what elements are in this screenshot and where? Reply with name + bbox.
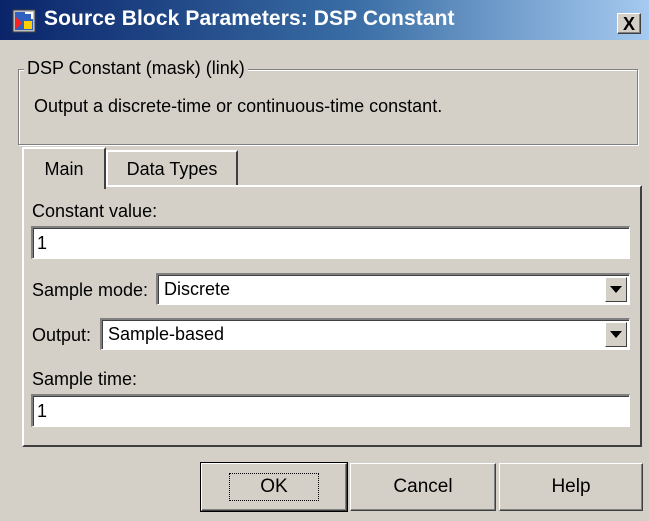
simulink-block-icon (12, 9, 36, 33)
sample-time-label: Sample time: (32, 369, 138, 389)
sample-time-input[interactable]: 1 (31, 394, 630, 427)
sample-mode-selected-value: Discrete (164, 279, 231, 299)
close-button[interactable]: X (617, 13, 641, 34)
sample-mode-label: Sample mode: (32, 280, 149, 300)
groupbox-legend: DSP Constant (mask) (link) (24, 58, 248, 79)
ok-button-label: OK (229, 473, 319, 501)
chevron-down-icon[interactable] (605, 277, 627, 302)
block-description: Output a discrete-time or continuous-tim… (34, 96, 443, 116)
cancel-button[interactable]: Cancel (350, 463, 496, 511)
close-icon: X (622, 13, 635, 34)
chevron-down-icon[interactable] (605, 322, 627, 347)
sample-mode-dropdown[interactable]: Discrete (156, 273, 630, 305)
tab-main[interactable]: Main (22, 147, 106, 189)
ok-button[interactable]: OK (200, 462, 348, 512)
output-dropdown[interactable]: Sample-based (100, 318, 630, 350)
help-button[interactable]: Help (499, 463, 643, 511)
output-label: Output: (32, 325, 92, 345)
constant-value-label: Constant value: (32, 201, 158, 221)
output-selected-value: Sample-based (108, 324, 225, 344)
constant-value-input[interactable]: 1 (31, 226, 630, 259)
title-bar[interactable]: Source Block Parameters: DSP Constant X (0, 0, 649, 40)
window-title: Source Block Parameters: DSP Constant (44, 7, 455, 30)
tab-data-types[interactable]: Data Types (106, 150, 238, 186)
